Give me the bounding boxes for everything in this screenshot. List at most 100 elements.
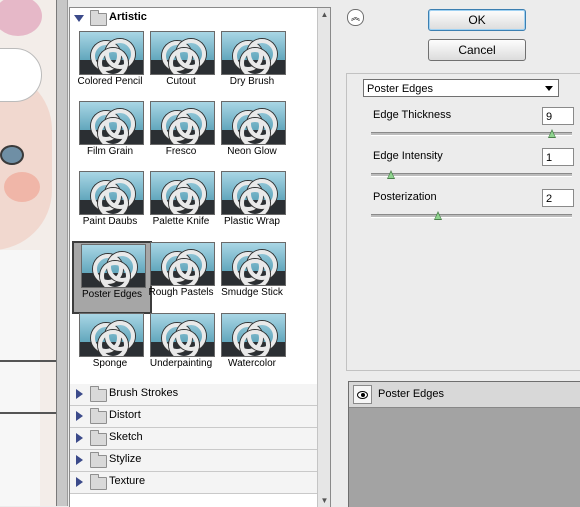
filter-preview-image: [150, 101, 215, 145]
filter-thumbnail[interactable]: Dry Brush: [214, 30, 290, 99]
filter-preview-image: [150, 31, 215, 75]
preview-divider[interactable]: [56, 0, 68, 506]
scroll-up-icon[interactable]: ▲: [318, 8, 330, 21]
category-texture[interactable]: Texture: [70, 472, 317, 494]
filter-preview-image: [150, 313, 215, 357]
filter-preview-image: [79, 31, 144, 75]
filter-thumbnail[interactable]: Film Grain: [72, 100, 148, 169]
gallery-scrollbar[interactable]: ▲ ▼: [317, 8, 330, 507]
filter-preview-image: [81, 244, 146, 288]
category-brush-strokes[interactable]: Brush Strokes: [70, 384, 317, 406]
filter-preview-image: [221, 31, 286, 75]
filter-label: Poster Edges: [81, 289, 143, 300]
filter-label: Neon Glow: [227, 146, 277, 157]
preview-cheek: [4, 172, 40, 202]
filter-thumbnail[interactable]: Smudge Stick: [214, 241, 290, 310]
category-label: Sketch: [109, 431, 143, 443]
folder-icon: [90, 430, 107, 446]
filter-gallery: Artistic Colored Pencil Cutout Dry Brush Fi…: [69, 7, 331, 507]
category-label: Texture: [109, 475, 146, 487]
image-preview[interactable]: [0, 0, 56, 506]
category-label: Artistic: [109, 11, 147, 23]
filter-label: Dry Brush: [229, 76, 275, 87]
triangle-right-icon: [76, 477, 83, 487]
folder-icon: [90, 386, 107, 402]
edge-intensity-slider[interactable]: [371, 170, 572, 179]
effect-layers-panel: Poster Edges: [348, 381, 580, 507]
category-distort[interactable]: Distort: [70, 406, 317, 428]
filter-select[interactable]: Poster Edges: [363, 79, 559, 97]
triangle-right-icon: [76, 433, 83, 443]
filter-label: Plastic Wrap: [224, 216, 280, 227]
triangle-right-icon: [76, 411, 83, 421]
preview-bow: [0, 0, 42, 36]
preview-clothing: [0, 250, 40, 506]
filter-label: Film Grain: [86, 146, 134, 157]
filter-preview-image: [79, 171, 144, 215]
triangle-right-icon: [76, 455, 83, 465]
effect-layer-row[interactable]: Poster Edges: [349, 382, 580, 408]
eye-icon[interactable]: [353, 385, 372, 404]
filter-preview-image: [79, 101, 144, 145]
effect-layer-name: Poster Edges: [378, 388, 445, 400]
filter-preview-image: [221, 242, 286, 286]
filter-thumbnail[interactable]: Colored Pencil: [72, 30, 148, 99]
category-artistic[interactable]: Artistic: [70, 8, 317, 29]
filter-preview-image: [221, 101, 286, 145]
filter-preview-image: [150, 242, 215, 286]
filter-thumbnail[interactable]: Watercolor: [214, 312, 290, 381]
posterization-slider-handle[interactable]: [434, 211, 442, 220]
folder-icon: [90, 474, 107, 490]
filter-label: Sponge: [92, 358, 128, 369]
category-label: Distort: [109, 409, 141, 421]
edge-thickness-slider[interactable]: [371, 129, 572, 138]
preview-eye: [0, 145, 24, 165]
edge-thickness-input[interactable]: 9: [542, 107, 574, 125]
filter-select-value: Poster Edges: [367, 83, 434, 95]
edge-thickness-slider-handle[interactable]: [547, 129, 556, 138]
folder-icon: [90, 408, 107, 424]
filter-label: Palette Knife: [152, 216, 210, 227]
edge-intensity-input[interactable]: 1: [542, 148, 574, 166]
category-label: Stylize: [109, 453, 142, 465]
category-sketch[interactable]: Sketch: [70, 428, 317, 450]
folder-icon: [90, 452, 107, 468]
filter-thumbnail[interactable]: Sponge: [72, 312, 148, 381]
filter-preview-image: [150, 171, 215, 215]
filter-preview-image: [221, 171, 286, 215]
posterization-input[interactable]: 2: [542, 189, 574, 207]
filter-thumbnail[interactable]: Cutout: [143, 30, 219, 99]
filter-label: Paint Daubs: [82, 216, 138, 227]
filter-label: Underpainting: [149, 358, 213, 369]
category-stylize[interactable]: Stylize: [70, 450, 317, 472]
collapse-gallery-button[interactable]: ︽: [347, 9, 364, 26]
filter-thumbnail[interactable]: Plastic Wrap: [214, 170, 290, 239]
posterization-slider[interactable]: [371, 211, 572, 220]
dropdown-arrow-icon: [545, 86, 553, 91]
posterization-label: Posterization: [373, 191, 437, 203]
filter-thumbnail[interactable]: Palette Knife: [143, 170, 219, 239]
filter-thumbnail[interactable]: Underpainting: [143, 312, 219, 381]
filter-preview-image: [221, 313, 286, 357]
category-label: Brush Strokes: [109, 387, 179, 399]
triangle-down-icon: [74, 15, 84, 22]
filter-thumbnail[interactable]: Neon Glow: [214, 100, 290, 169]
scroll-down-icon[interactable]: ▼: [318, 494, 330, 507]
cancel-button[interactable]: Cancel: [428, 39, 526, 61]
folder-icon: [90, 10, 107, 26]
triangle-right-icon: [76, 389, 83, 399]
filter-thumbnail[interactable]: Rough Pastels: [143, 241, 219, 310]
filter-label: Fresco: [165, 146, 197, 157]
preview-edge-line: [0, 360, 56, 362]
filter-thumbnail[interactable]: Paint Daubs: [72, 170, 148, 239]
preview-edge-line: [0, 412, 56, 414]
filter-label: Smudge Stick: [221, 287, 283, 298]
ok-button[interactable]: OK: [428, 9, 526, 31]
edge-intensity-slider-handle[interactable]: [387, 170, 396, 179]
filter-thumbnail[interactable]: Fresco: [143, 100, 219, 169]
edge-intensity-label: Edge Intensity: [373, 150, 443, 162]
filter-label: Cutout: [166, 76, 196, 87]
filter-thumbnail[interactable]: Poster Edges: [72, 241, 152, 314]
filter-label: Rough Pastels: [148, 287, 214, 298]
filter-label: Colored Pencil: [77, 76, 143, 87]
